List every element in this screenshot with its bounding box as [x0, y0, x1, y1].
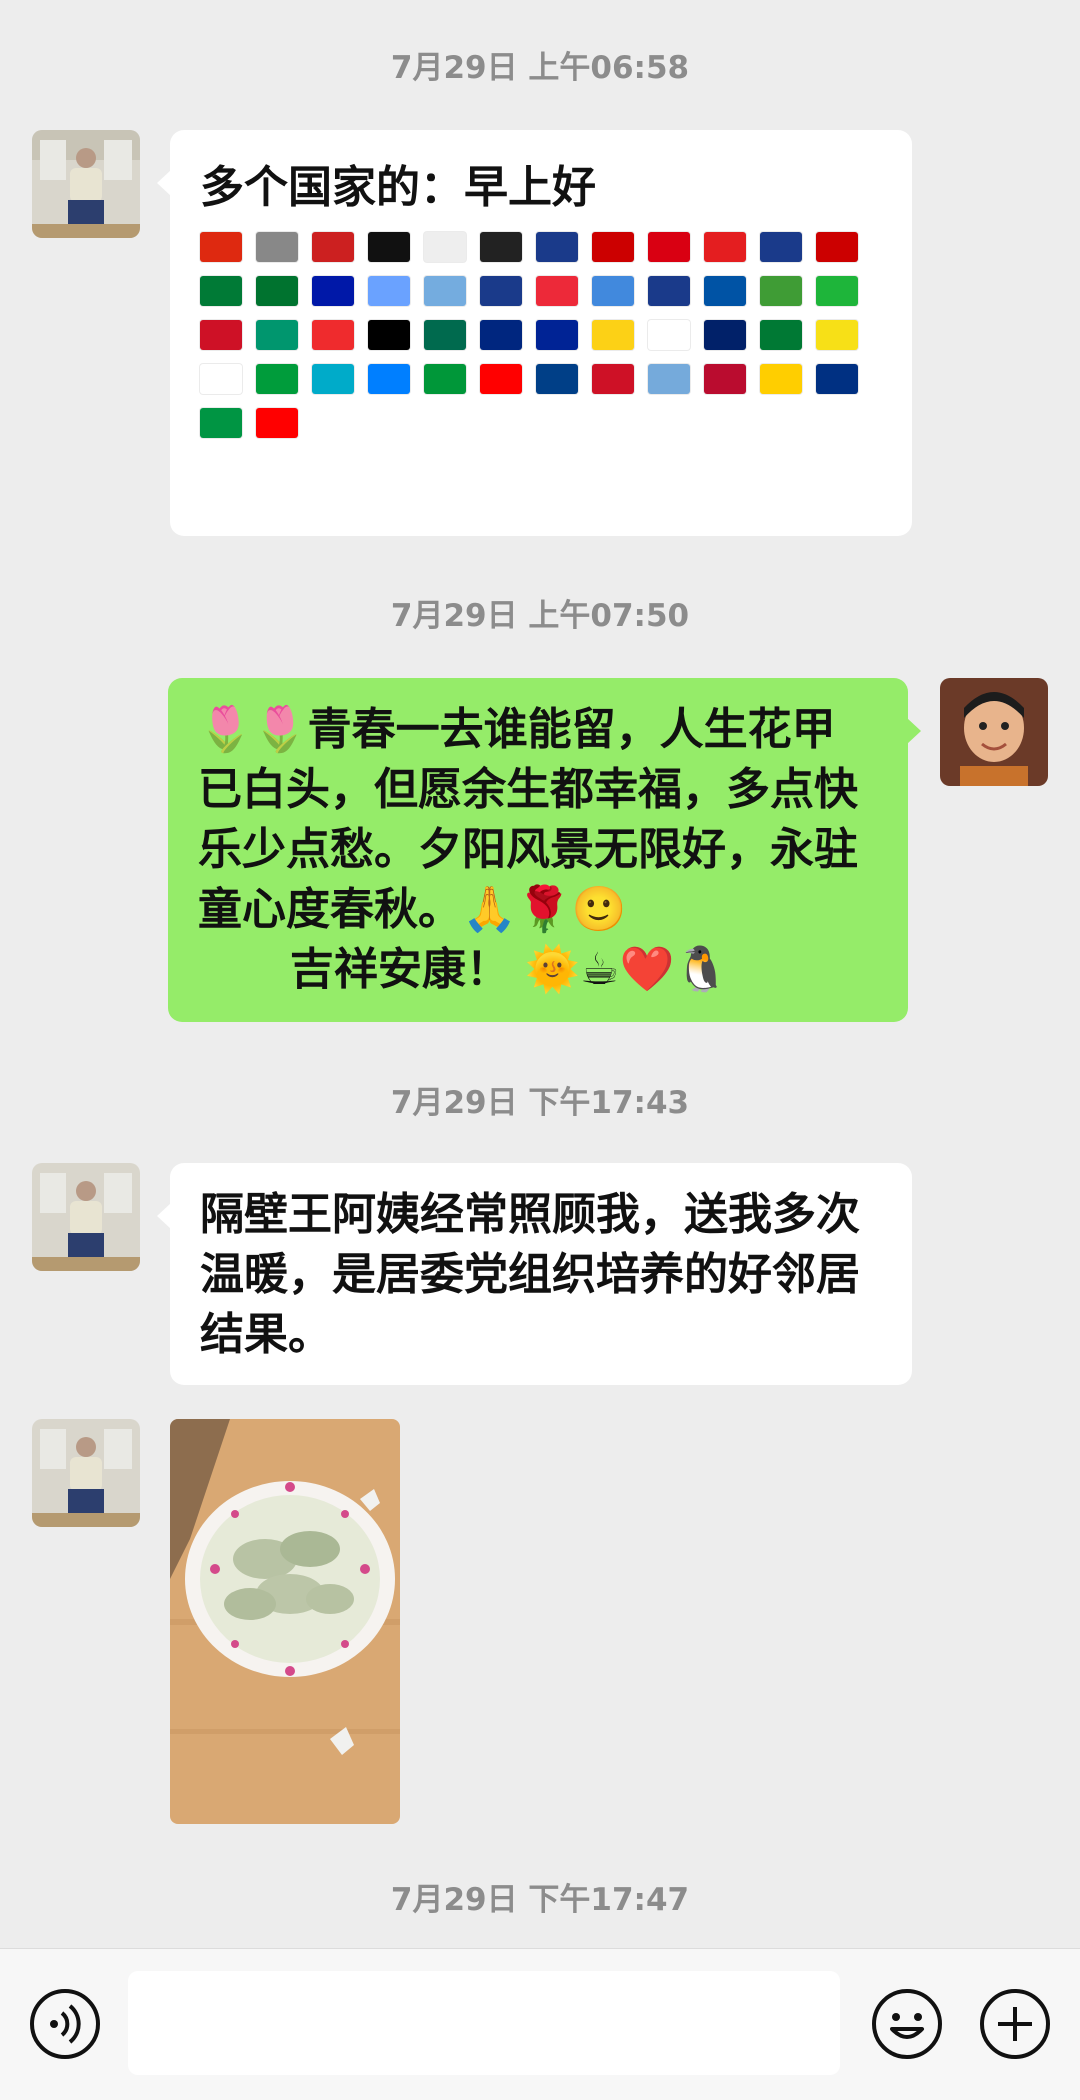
flag-emoji: [760, 320, 802, 350]
timestamp: 7月29日 上午06:58: [390, 50, 690, 86]
flag-emoji: [312, 320, 354, 350]
flag-emoji: [536, 320, 578, 350]
timestamp: 7月29日 下午17:47: [390, 1882, 690, 1918]
message-text: 🌷🌷青春一去谁能留，人生花甲已白头，但愿余生都幸福，多点快乐少点愁。夕阳风景无限…: [198, 704, 858, 935]
flag-emoji: [648, 232, 690, 262]
sender-avatar[interactable]: [32, 130, 140, 238]
flag-emoji: [256, 364, 298, 394]
flag-emoji: [312, 276, 354, 306]
flag-emoji: [592, 320, 634, 350]
flag-emoji: [200, 232, 242, 262]
flag-emoji: [592, 364, 634, 394]
flag-emoji: [256, 320, 298, 350]
flag-emoji: [704, 276, 746, 306]
plus-icon[interactable]: [978, 1987, 1052, 2061]
timestamp: 7月29日 下午17:43: [390, 1085, 690, 1121]
flag-emoji: [368, 364, 410, 394]
flag-emoji: [368, 276, 410, 306]
message-text: 多个国家的：早上好: [200, 162, 596, 213]
flag-emoji: [424, 232, 466, 262]
avatar-image: [32, 1419, 140, 1527]
flag-emoji: [200, 276, 242, 306]
flag-emoji: [648, 364, 690, 394]
flag-emoji: [536, 232, 578, 262]
flag-emoji: [312, 232, 354, 262]
flag-emoji: [424, 364, 466, 394]
flag-emoji: [816, 232, 858, 262]
message-input[interactable]: [128, 1971, 840, 2075]
flag-emoji: [648, 276, 690, 306]
flag-emoji-grid: [200, 232, 860, 438]
message-bubble[interactable]: 🌷🌷青春一去谁能留，人生花甲已白头，但愿余生都幸福，多点快乐少点愁。夕阳风景无限…: [168, 678, 921, 1022]
flag-emoji: [760, 232, 802, 262]
message-bubble[interactable]: 多个国家的：早上好: [157, 130, 912, 536]
flag-emoji: [592, 232, 634, 262]
timestamp: 7月29日 上午07:50: [390, 598, 690, 634]
flag-emoji: [816, 320, 858, 350]
flag-emoji: [200, 364, 242, 394]
flag-emoji: [480, 320, 522, 350]
flag-emoji: [256, 232, 298, 262]
flag-emoji: [760, 276, 802, 306]
avatar-image: [32, 130, 140, 238]
avatar-image: [32, 1163, 140, 1271]
input-bar: [0, 1948, 1080, 2100]
flag-emoji: [816, 364, 858, 394]
flag-emoji: [592, 276, 634, 306]
dumplings-photo: [170, 1419, 400, 1824]
flag-emoji: [256, 408, 298, 438]
flag-emoji: [256, 276, 298, 306]
message-text-line2: 吉祥安康！ 🌞☕❤️🐧: [198, 944, 730, 995]
flag-emoji: [368, 232, 410, 262]
avatar-image: [940, 678, 1048, 786]
flag-emoji: [536, 364, 578, 394]
message-text: 隔壁王阿姨经常照顾我，送我多次温暖，是居委党组织培养的好邻居结果。: [200, 1189, 860, 1360]
self-avatar[interactable]: [940, 678, 1048, 786]
flag-emoji: [760, 364, 802, 394]
image-message[interactable]: [170, 1419, 400, 1824]
emoji-icon[interactable]: [870, 1987, 944, 2061]
flag-emoji: [480, 364, 522, 394]
flag-emoji: [704, 364, 746, 394]
flag-emoji: [424, 320, 466, 350]
sender-avatar[interactable]: [32, 1419, 140, 1527]
flag-emoji: [200, 408, 242, 438]
flag-emoji: [200, 320, 242, 350]
sender-avatar[interactable]: [32, 1163, 140, 1271]
flag-emoji: [704, 320, 746, 350]
flag-emoji: [704, 232, 746, 262]
flag-emoji: [480, 232, 522, 262]
flag-emoji: [368, 320, 410, 350]
flag-emoji: [816, 276, 858, 306]
voice-icon[interactable]: [28, 1987, 102, 2061]
flag-emoji: [312, 364, 354, 394]
flag-emoji: [648, 320, 690, 350]
message-bubble[interactable]: 隔壁王阿姨经常照顾我，送我多次温暖，是居委党组织培养的好邻居结果。: [157, 1163, 912, 1385]
flag-emoji: [536, 276, 578, 306]
flag-emoji: [480, 276, 522, 306]
flag-emoji: [424, 276, 466, 306]
